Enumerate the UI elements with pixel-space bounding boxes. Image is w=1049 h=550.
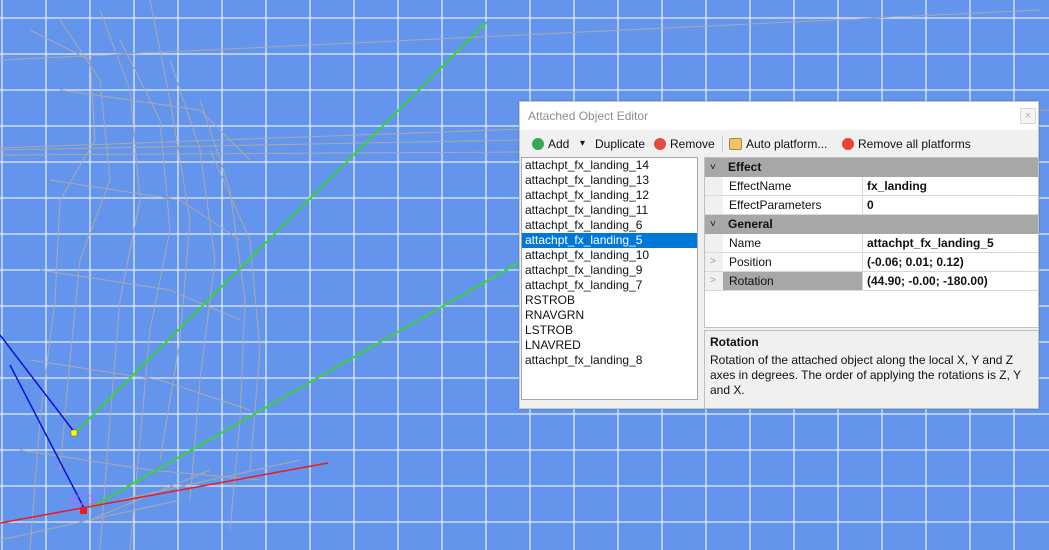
property-value[interactable]: (44.90; -0.00; -180.00): [863, 272, 1038, 290]
remove-button[interactable]: Remove: [654, 135, 715, 153]
property-name: Rotation: [723, 272, 863, 290]
description-text: Rotation of the attached object along th…: [710, 353, 1021, 397]
toolbar-separator: [722, 135, 723, 153]
list-item[interactable]: attachpt_fx_landing_14: [522, 158, 697, 173]
close-icon: ×: [1024, 110, 1032, 122]
auto-platform-label: Auto platform...: [746, 137, 828, 151]
property-name: EffectName: [723, 177, 863, 195]
property-value[interactable]: fx_landing: [863, 177, 1038, 195]
attached-object-list[interactable]: attachpt_fx_landing_14 attachpt_fx_landin…: [521, 157, 698, 400]
duplicate-button[interactable]: Duplicate: [595, 135, 645, 153]
z-axis-line-2: [89, 261, 521, 509]
remove-label: Remove: [670, 137, 715, 151]
row-gutter: [705, 234, 723, 252]
description-title: Rotation: [710, 335, 759, 349]
chevron-down-icon[interactable]: ˅: [710, 215, 716, 234]
close-button[interactable]: ×: [1020, 108, 1036, 124]
property-name: Name: [723, 234, 863, 252]
property-category-general[interactable]: ˅ General: [705, 215, 1038, 234]
property-value[interactable]: (-0.06; 0.01; 0.12): [863, 253, 1038, 271]
list-item[interactable]: attachpt_fx_landing_11: [522, 203, 697, 218]
property-row-rotation[interactable]: > Rotation (44.90; -0.00; -180.00): [705, 272, 1038, 291]
pivot-marker-red[interactable]: [80, 507, 87, 514]
list-item[interactable]: attachpt_fx_landing_10: [522, 248, 697, 263]
row-gutter: >: [705, 253, 723, 271]
toolbar: Add ▾ Duplicate Remove Auto platform... …: [520, 130, 1038, 157]
add-dropdown-button[interactable]: ▾: [580, 135, 585, 153]
pivot-marker-yellow[interactable]: [70, 429, 78, 437]
property-value[interactable]: attachpt_fx_landing_5: [863, 234, 1038, 252]
list-item[interactable]: RSTROB: [522, 293, 697, 308]
remove-all-platforms-label: Remove all platforms: [858, 137, 971, 151]
package-icon: [729, 138, 742, 150]
chevron-down-icon[interactable]: ˅: [710, 158, 716, 177]
row-gutter: [705, 196, 723, 214]
list-item[interactable]: attachpt_fx_landing_5: [522, 233, 697, 248]
property-name: Position: [723, 253, 863, 271]
expand-arrow-icon[interactable]: >: [710, 253, 716, 271]
add-button[interactable]: Add: [532, 135, 569, 153]
property-category-effect[interactable]: ˅ Effect: [705, 158, 1038, 177]
property-name: EffectParameters: [723, 196, 863, 214]
window-title: Attached Object Editor: [528, 109, 649, 123]
row-gutter: [705, 177, 723, 195]
selection-box-marker[interactable]: [71, 495, 95, 505]
property-row-effectparameters[interactable]: EffectParameters 0: [705, 196, 1038, 215]
x-axis-line: [0, 462, 329, 524]
list-item[interactable]: RNAVGRN: [522, 308, 697, 323]
list-item[interactable]: attachpt_fx_landing_8: [522, 353, 697, 368]
window-titlebar[interactable]: Attached Object Editor ×: [520, 102, 1038, 130]
list-item[interactable]: attachpt_fx_landing_7: [522, 278, 697, 293]
list-item[interactable]: LNAVRED: [522, 338, 697, 353]
list-item[interactable]: attachpt_fx_landing_9: [522, 263, 697, 278]
category-label: Effect: [728, 160, 762, 174]
property-grid[interactable]: ˅ Effect EffectName fx_landing EffectParamet…: [704, 157, 1039, 328]
auto-platform-button[interactable]: Auto platform...: [729, 135, 827, 153]
list-item[interactable]: LSTROB: [522, 323, 697, 338]
remove-all-platforms-button[interactable]: Remove all platforms: [842, 135, 971, 153]
list-item[interactable]: attachpt_fx_landing_13: [522, 173, 697, 188]
property-value[interactable]: 0: [863, 196, 1038, 214]
category-label: General: [728, 217, 773, 231]
list-item[interactable]: attachpt_fx_landing_6: [522, 218, 697, 233]
property-row-effectname[interactable]: EffectName fx_landing: [705, 177, 1038, 196]
remove-icon: [654, 138, 666, 150]
property-description-panel: Rotation Rotation of the attached object…: [704, 330, 1039, 409]
chevron-down-icon: ▾: [580, 138, 586, 149]
list-item[interactable]: attachpt_fx_landing_12: [522, 188, 697, 203]
attached-object-editor-window: Attached Object Editor × Add ▾ Duplicate…: [519, 101, 1039, 409]
y-axis-line-2: [9, 364, 86, 511]
duplicate-label: Duplicate: [595, 137, 646, 151]
z-axis-line-1: [74, 21, 488, 434]
add-label: Add: [548, 137, 570, 151]
row-gutter: >: [705, 272, 723, 290]
property-row-position[interactable]: > Position (-0.06; 0.01; 0.12): [705, 253, 1038, 272]
add-icon: [532, 138, 544, 150]
expand-arrow-icon[interactable]: >: [710, 272, 716, 290]
red-dot-icon: [842, 138, 854, 150]
property-row-name[interactable]: Name attachpt_fx_landing_5: [705, 234, 1038, 253]
